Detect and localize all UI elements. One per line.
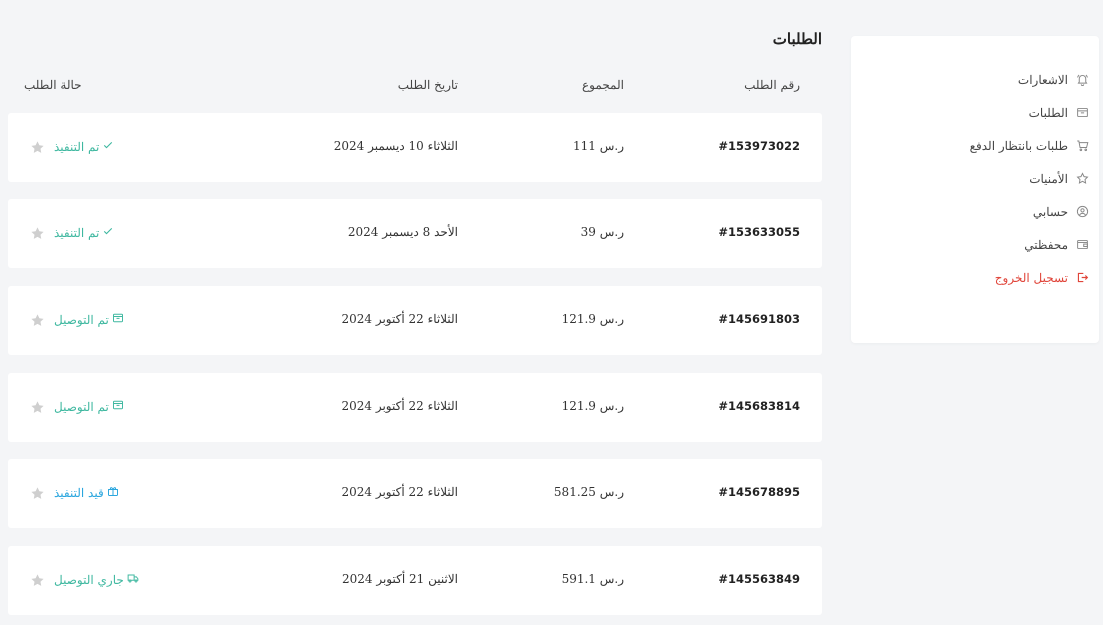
star-icon[interactable] xyxy=(30,226,45,241)
sidebar-item-logout[interactable]: تسجيل الخروج xyxy=(859,267,1089,288)
column-header-status: حالة الطلب xyxy=(24,78,82,92)
column-header-date: تاريخ الطلب xyxy=(397,78,458,92)
order-status: تم التنفيذ xyxy=(54,225,114,240)
order-number[interactable]: #153633055 xyxy=(718,225,800,239)
order-status: جاري التوصيل xyxy=(54,572,139,587)
column-header-total: المجموع xyxy=(582,78,624,92)
sidebar-item-label: حسابي xyxy=(1032,204,1068,219)
order-number[interactable]: #145683814 xyxy=(718,399,800,413)
sidebar-item-orders[interactable]: الطلبات xyxy=(859,102,1089,123)
account-sidebar: الاشعارات الطلبات طلبات بانتظار الدفع ال… xyxy=(851,36,1099,343)
order-date: الثلاثاء 22 أكتوبر 2024 xyxy=(341,399,458,413)
order-row[interactable]: #153633055 39 ر.س الأحد 8 ديسمبر 2024 تم… xyxy=(8,199,822,268)
order-total: 591.1 ر.س xyxy=(561,572,624,586)
sidebar-item-wishlist[interactable]: الأمنيات xyxy=(859,168,1089,189)
order-row[interactable]: #145691803 121.9 ر.س الثلاثاء 22 أكتوبر … xyxy=(8,286,822,355)
order-date: الثلاثاء 22 أكتوبر 2024 xyxy=(341,485,458,499)
check-icon xyxy=(102,139,114,154)
star-outline-icon xyxy=(1075,172,1089,186)
star-icon[interactable] xyxy=(30,573,45,588)
check-icon xyxy=(102,225,114,240)
order-row[interactable]: #145683814 121.9 ر.س الثلاثاء 22 أكتوبر … xyxy=(8,373,822,442)
sidebar-menu: الاشعارات الطلبات طلبات بانتظار الدفع ال… xyxy=(859,69,1089,300)
sidebar-item-label: الطلبات xyxy=(1028,105,1068,120)
sidebar-item-label: محفظتي xyxy=(1024,237,1068,252)
sidebar-item-wallet[interactable]: محفظتي xyxy=(859,234,1089,255)
order-number[interactable]: #153973022 xyxy=(718,139,800,153)
sidebar-item-account[interactable]: حسابي xyxy=(859,201,1089,222)
page-title: الطلبات xyxy=(772,30,822,48)
order-row[interactable]: #153973022 111 ر.س الثلاثاء 10 ديسمبر 20… xyxy=(8,113,822,182)
wallet-icon xyxy=(1075,238,1089,252)
sidebar-item-pending-payment[interactable]: طلبات بانتظار الدفع xyxy=(859,135,1089,156)
order-status: قيد التنفيذ xyxy=(54,485,119,500)
order-status-label: قيد التنفيذ xyxy=(54,485,104,500)
truck-icon xyxy=(127,572,139,587)
order-status: تم التنفيذ xyxy=(54,139,114,154)
sidebar-item-label: الاشعارات xyxy=(1017,72,1068,87)
order-status-label: تم التنفيذ xyxy=(54,225,100,240)
gift-icon xyxy=(107,485,119,500)
order-number[interactable]: #145691803 xyxy=(718,312,800,326)
order-row[interactable]: #145678895 581.25 ر.س الثلاثاء 22 أكتوبر… xyxy=(8,459,822,528)
order-number[interactable]: #145678895 xyxy=(718,485,800,499)
box-icon xyxy=(112,312,124,327)
order-total: 39 ر.س xyxy=(580,225,624,239)
bell-icon xyxy=(1075,73,1089,87)
orders-table-header: رقم الطلب المجموع تاريخ الطلب حالة الطلب xyxy=(8,78,822,98)
star-icon[interactable] xyxy=(30,140,45,155)
order-number[interactable]: #145563849 xyxy=(718,572,800,586)
order-total: 111 ر.س xyxy=(573,139,624,153)
order-status-label: تم التوصيل xyxy=(54,312,109,327)
box-icon xyxy=(112,399,124,414)
sidebar-item-label: الأمنيات xyxy=(1029,171,1068,186)
order-total: 121.9 ر.س xyxy=(561,312,624,326)
star-icon[interactable] xyxy=(30,400,45,415)
order-date: الأحد 8 ديسمبر 2024 xyxy=(347,225,458,239)
column-header-order-number: رقم الطلب xyxy=(744,78,800,92)
order-date: الثلاثاء 22 أكتوبر 2024 xyxy=(341,312,458,326)
sidebar-item-notifications[interactable]: الاشعارات xyxy=(859,69,1089,90)
sidebar-item-label: تسجيل الخروج xyxy=(994,270,1068,285)
order-date: الثلاثاء 10 ديسمبر 2024 xyxy=(333,139,458,153)
order-status-label: تم التنفيذ xyxy=(54,139,100,154)
user-circle-icon xyxy=(1075,205,1089,219)
order-status: تم التوصيل xyxy=(54,312,124,327)
cart-icon xyxy=(1075,139,1089,153)
logout-icon xyxy=(1075,271,1089,285)
order-total: 581.25 ر.س xyxy=(553,485,624,499)
order-total: 121.9 ر.س xyxy=(561,399,624,413)
star-icon[interactable] xyxy=(30,313,45,328)
order-status: تم التوصيل xyxy=(54,399,124,414)
box-icon xyxy=(1075,106,1089,120)
order-row[interactable]: #145563849 591.1 ر.س الاثنين 21 أكتوبر 2… xyxy=(8,546,822,615)
order-status-label: تم التوصيل xyxy=(54,399,109,414)
order-date: الاثنين 21 أكتوبر 2024 xyxy=(341,572,458,586)
sidebar-item-label: طلبات بانتظار الدفع xyxy=(969,138,1068,153)
order-status-label: جاري التوصيل xyxy=(54,572,124,587)
star-icon[interactable] xyxy=(30,486,45,501)
